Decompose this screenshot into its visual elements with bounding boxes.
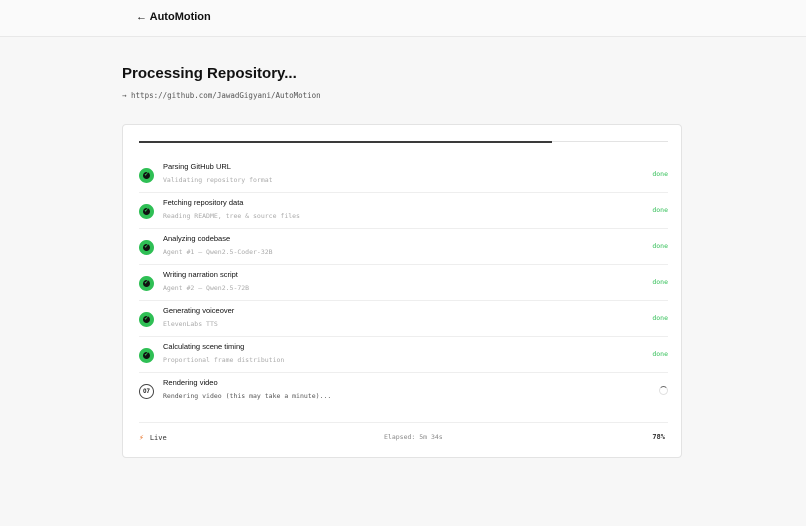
step-title: Calculating scene timing — [163, 342, 245, 351]
progress-bar-fill — [139, 140, 552, 143]
check-icon: ✓ — [139, 276, 154, 291]
step-item: ✓ Calculating scene timing Proportional … — [139, 337, 668, 373]
spinner-icon — [659, 386, 668, 395]
step-subtitle: Reading README, tree & source files — [163, 212, 300, 220]
live-label: Live — [149, 433, 167, 442]
repo-url-line: → https://github.com/JawadGigyani/AutoMo… — [122, 91, 321, 100]
step-item: ✓ Fetching repository data Reading READM… — [139, 193, 668, 229]
step-status: done — [652, 350, 668, 358]
progress-bar — [139, 140, 668, 143]
step-title: Parsing GitHub URL — [163, 162, 231, 171]
step-subtitle: Agent #1 — Qwen2.5-Coder-32B — [163, 248, 273, 256]
progress-card: ✓ Parsing GitHub URL Validating reposito… — [122, 124, 682, 458]
check-icon: ✓ — [139, 240, 154, 255]
step-title: Fetching repository data — [163, 198, 244, 207]
step-subtitle: Rendering video (this may take a minute)… — [163, 392, 332, 400]
footer-divider — [139, 422, 668, 423]
step-title: Analyzing codebase — [163, 234, 231, 243]
step-subtitle: ElevenLabs TTS — [163, 320, 218, 328]
bolt-icon: ⚡ — [139, 433, 144, 442]
progress-percent: 78% — [652, 433, 665, 441]
back-link[interactable]: ← AutoMotion — [136, 11, 211, 23]
step-status: done — [652, 278, 668, 286]
live-indicator: ⚡ Live — [139, 433, 167, 442]
step-status: done — [652, 242, 668, 250]
check-icon: ✓ — [139, 168, 154, 183]
check-icon: ✓ — [139, 204, 154, 219]
step-title: Writing narration script — [163, 270, 238, 279]
step-status: done — [652, 170, 668, 178]
step-title: Rendering video — [163, 378, 218, 387]
step-item: ✓ Writing narration script Agent #2 — Qw… — [139, 265, 668, 301]
step-status: done — [652, 314, 668, 322]
step-subtitle: Agent #2 — Qwen2.5-72B — [163, 284, 250, 292]
top-bar: ← AutoMotion — [0, 0, 806, 37]
step-item-active: 07 Rendering video Rendering video (this… — [139, 373, 668, 409]
step-status: done — [652, 206, 668, 214]
check-icon: ✓ — [139, 348, 154, 363]
step-item: ✓ Parsing GitHub URL Validating reposito… — [139, 157, 668, 193]
arrow-right-icon: → — [122, 91, 127, 100]
repo-url: https://github.com/JawadGigyani/AutoMoti… — [131, 91, 321, 100]
step-item: ✓ Generating voiceover ElevenLabs TTS do… — [139, 301, 668, 337]
step-title: Generating voiceover — [163, 306, 235, 315]
step-list: ✓ Parsing GitHub URL Validating reposito… — [139, 157, 668, 409]
step-subtitle: Proportional frame distribution — [163, 356, 285, 364]
step-subtitle: Validating repository format — [163, 176, 273, 184]
step-number-badge: 07 — [139, 384, 154, 399]
check-icon: ✓ — [139, 312, 154, 327]
elapsed-time: Elapsed: 5m 34s — [384, 433, 443, 441]
step-item: ✓ Analyzing codebase Agent #1 — Qwen2.5-… — [139, 229, 668, 265]
page-title: Processing Repository... — [122, 65, 297, 82]
